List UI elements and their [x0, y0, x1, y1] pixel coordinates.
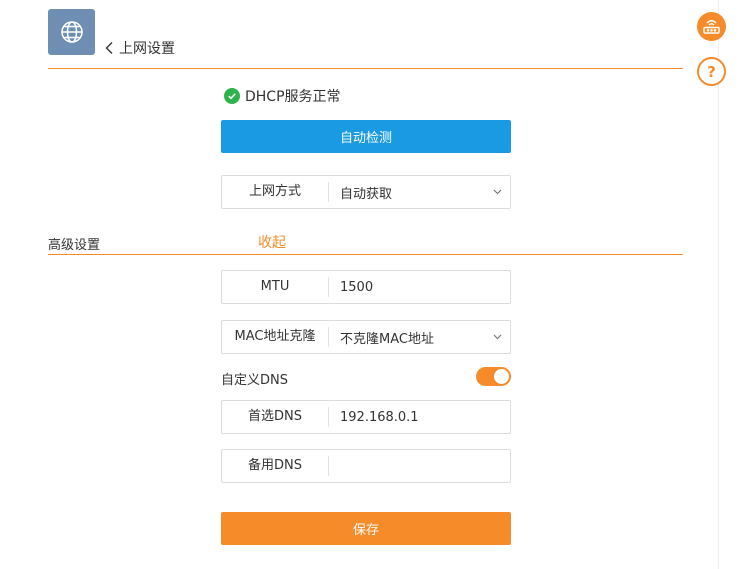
check-circle-icon	[224, 88, 240, 104]
primary-dns-input[interactable]	[329, 401, 510, 433]
connection-type-label: 上网方式	[222, 182, 329, 202]
mac-clone-select[interactable]: MAC地址克隆 不克隆MAC地址	[221, 320, 511, 354]
toggle-knob	[494, 369, 509, 384]
mtu-field: MTU	[221, 270, 511, 304]
advanced-divider	[48, 254, 683, 255]
secondary-dns-label: 备用DNS	[222, 456, 329, 476]
chevron-down-icon[interactable]	[484, 334, 510, 340]
back-button[interactable]: 上网设置	[103, 38, 175, 58]
chevron-down-icon[interactable]	[484, 189, 510, 195]
page-icon-box	[48, 9, 95, 55]
router-icon	[703, 20, 720, 34]
mtu-input[interactable]	[329, 271, 510, 303]
help-button[interactable]: ?	[697, 57, 726, 86]
page-title: 上网设置	[119, 41, 175, 57]
globe-icon	[60, 21, 83, 43]
dhcp-status: DHCP服务正常	[224, 86, 341, 106]
mac-clone-value[interactable]: 不克隆MAC地址	[329, 321, 484, 353]
primary-dns-field: 首选DNS	[221, 400, 511, 434]
collapse-link[interactable]: 收起	[258, 232, 286, 252]
primary-dns-label: 首选DNS	[222, 407, 329, 427]
help-icon: ?	[707, 62, 716, 81]
custom-dns-toggle[interactable]	[476, 367, 511, 386]
mtu-label: MTU	[222, 277, 329, 297]
custom-dns-label: 自定义DNS	[221, 373, 288, 388]
secondary-dns-input[interactable]	[329, 450, 510, 482]
connection-type-value[interactable]: 自动获取	[329, 176, 484, 208]
dhcp-status-text: DHCP服务正常	[245, 89, 341, 105]
connection-type-select[interactable]: 上网方式 自动获取	[221, 175, 511, 209]
secondary-dns-field: 备用DNS	[221, 449, 511, 483]
mac-clone-label: MAC地址克隆	[222, 327, 329, 347]
side-toolbar	[718, 0, 750, 569]
auto-detect-button[interactable]: 自动检测	[221, 120, 511, 153]
save-button[interactable]: 保存	[221, 512, 511, 545]
router-status-button[interactable]	[697, 12, 726, 41]
advanced-settings-title: 高级设置	[48, 238, 101, 253]
chevron-left-icon[interactable]	[103, 41, 116, 55]
header-divider	[48, 68, 683, 69]
